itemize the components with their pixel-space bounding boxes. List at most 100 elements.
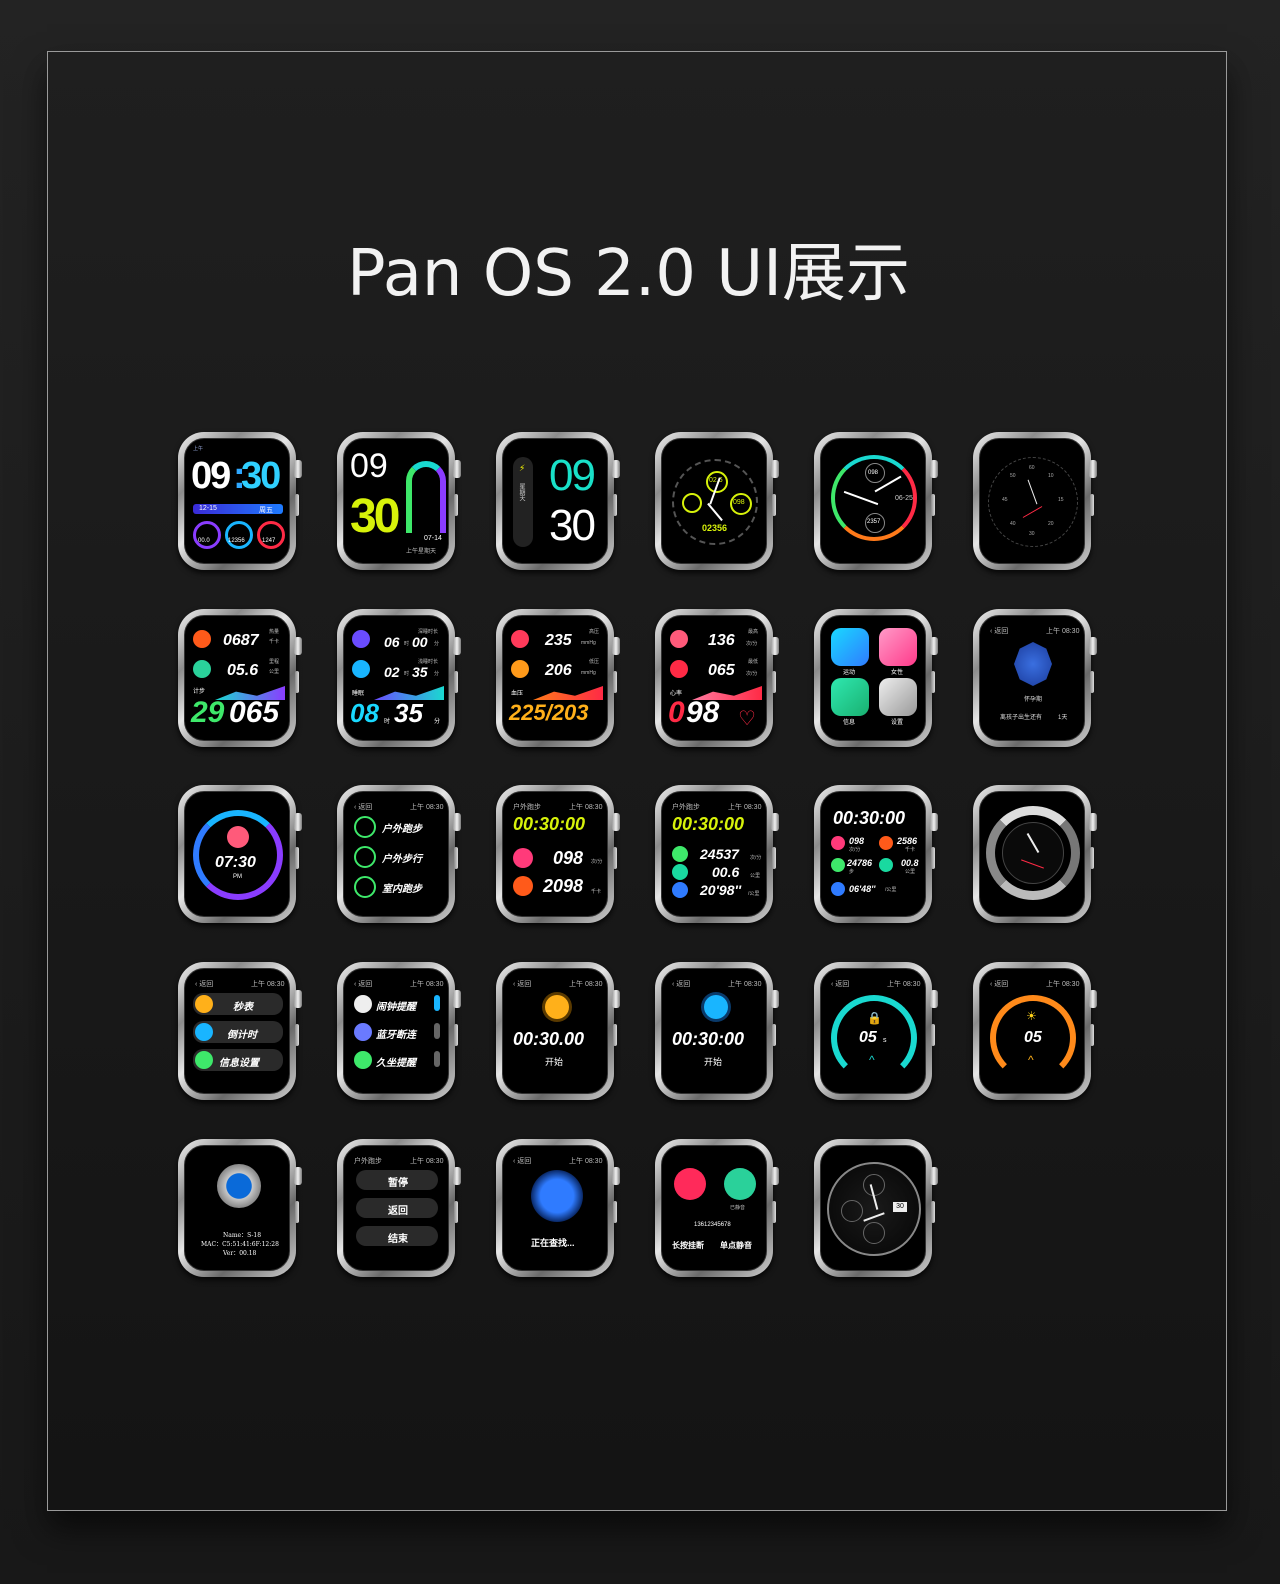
alarm-icon — [354, 995, 372, 1013]
dial-num-50: 50 — [1010, 473, 1016, 479]
cal-value: 2586 — [897, 836, 918, 846]
heart-rate: 098 — [868, 470, 879, 476]
mute-mic-icon[interactable] — [724, 1168, 756, 1200]
power-icon[interactable] — [217, 1164, 261, 1208]
run-timer: 00:30:00 — [672, 814, 745, 834]
timeout-unit: s — [883, 1037, 887, 1044]
cal-value: 2098 — [543, 876, 584, 896]
settings-app-label: 设置 — [891, 720, 904, 726]
pace-value: 20'98'' — [700, 882, 742, 898]
countdown-value: 00:30:00 — [672, 1029, 745, 1049]
chevron-up-icon[interactable]: ^ — [1028, 1053, 1034, 1067]
end-button[interactable]: 结束 — [388, 1230, 408, 1245]
back-button[interactable]: ‹ 返回 — [990, 626, 1008, 636]
watch-run-heart[interactable]: 户外跑步 上午 08:30 00:30:00 098 次/分 2098 千卡 — [496, 785, 620, 925]
subdial-bottom — [863, 1222, 885, 1244]
watch-device-info[interactable]: Name：S-18 MAC：C5:51:41:6F:12:28 Ver：00.1… — [178, 1139, 302, 1279]
thermometer-icon — [511, 630, 529, 648]
location-icon — [672, 864, 688, 880]
watch-countdown[interactable]: ‹ 返回 上午 08:30 00:30:00 开始 — [655, 962, 779, 1102]
status-time: 上午 08:30 — [1046, 981, 1080, 988]
stopwatch-value: 00:30.00 — [513, 1029, 585, 1049]
hint-single-tap: 单点静音 — [720, 1241, 752, 1250]
sport-app-icon[interactable] — [831, 628, 869, 666]
watch-find-phone[interactable]: ‹ 返回 上午 08:30 正在查找... — [496, 1139, 620, 1279]
back-option-button[interactable]: 返回 — [388, 1202, 408, 1217]
watch-face-chronograph-date[interactable]: 30 — [814, 1139, 938, 1279]
female-app-icon[interactable] — [879, 628, 917, 666]
heart-icon — [670, 630, 688, 648]
watch-tools-menu[interactable]: ‹ 返回 上午 08:30 秒表 倒计时 信息设置 — [178, 962, 302, 1102]
status-time: 上午 08:30 — [569, 981, 603, 988]
start-button[interactable]: 开始 — [704, 1055, 722, 1068]
max-value: 136 — [708, 632, 735, 649]
watch-incoming-call[interactable]: 已静音 13612345678 长按挂断 单点静音 — [655, 1139, 779, 1279]
start-button[interactable]: 开始 — [545, 1055, 563, 1068]
watch-face-activity-stats[interactable]: 热量 0687 千卡 里程 05.6 公里 计步 29 065 — [178, 609, 302, 749]
watch-pregnancy[interactable]: ‹ 返回 上午 08:30 怀孕期 离孩子出生还有 1天 — [973, 609, 1097, 749]
watch-run-details[interactable]: 户外跑步 上午 08:30 00:30:00 24537 次/分 00.6 公里… — [655, 785, 779, 925]
watch-stopwatch[interactable]: ‹ 返回 上午 08:30 00:30.00 开始 — [496, 962, 620, 1102]
cal-unit: 千卡 — [905, 847, 916, 853]
status-time: 上午 08:30 — [728, 804, 762, 811]
watch-app-grid[interactable]: 运动 女性 信息 设置 — [814, 609, 938, 749]
hang-up-icon[interactable] — [674, 1168, 706, 1200]
menu-outdoor-walk[interactable]: 户外步行 — [382, 850, 422, 865]
watch-brightness[interactable]: ‹ 返回 上午 08:30 ☀ 05 ^ — [973, 962, 1097, 1102]
menu-message-settings[interactable]: 信息设置 — [219, 1054, 259, 1069]
menu-bt-disconnect[interactable]: 蓝牙断连 — [376, 1026, 416, 1041]
calories: 2357 — [867, 519, 881, 525]
toggle-sedentary[interactable] — [434, 1051, 440, 1067]
chevron-up-icon[interactable]: ^ — [869, 1053, 875, 1067]
workout-timer: 00:30:00 — [833, 808, 906, 828]
menu-indoor-run[interactable]: 室内跑步 — [382, 880, 422, 895]
back-button[interactable]: ‹ 返回 — [513, 979, 531, 989]
back-button[interactable]: ‹ 返回 — [354, 979, 372, 989]
heart-icon — [682, 493, 702, 513]
back-button[interactable]: ‹ 返回 — [831, 979, 849, 989]
menu-alarm[interactable]: 闹钟提醒 — [376, 998, 416, 1013]
watch-reminders[interactable]: ‹ 返回 上午 08:30 闹钟提醒 蓝牙断连 久坐提醒 — [337, 962, 461, 1102]
menu-sedentary[interactable]: 久坐提醒 — [376, 1054, 416, 1069]
watch-face-rainbow-arc[interactable]: 09 30 07-14 上午星期天 — [337, 432, 461, 572]
sleep-hours: 08 — [350, 698, 379, 728]
status-time: 上午 08:30 — [251, 981, 285, 988]
watch-face-analog-green[interactable]: 02.6 098 02356 — [655, 432, 779, 572]
status-time: 上午 08:30 — [569, 804, 603, 811]
back-button[interactable]: ‹ 返回 — [513, 1156, 531, 1166]
toggle-alarm[interactable] — [434, 995, 440, 1011]
back-button[interactable]: ‹ 返回 — [354, 802, 372, 812]
watch-run-pause[interactable]: 户外跑步 上午 08:30 暂停 返回 结束 — [337, 1139, 461, 1279]
steps-value: 12356 — [228, 538, 245, 544]
watch-screen-timeout[interactable]: ‹ 返回 上午 08:30 🔒 05 s ^ — [814, 962, 938, 1102]
back-button[interactable]: ‹ 返回 — [990, 979, 1008, 989]
watch-face-blood-pressure[interactable]: 高压 235 mmHg 低压 206 mmHg 血压 225/203 — [496, 609, 620, 749]
watch-alarm[interactable]: 07:30 PM — [178, 785, 302, 925]
menu-stopwatch[interactable]: 秒表 — [233, 998, 253, 1013]
stopwatch-icon — [545, 995, 569, 1019]
menu-outdoor-run[interactable]: 户外跑步 — [382, 820, 422, 835]
menu-countdown[interactable]: 倒计时 — [227, 1026, 257, 1041]
run-timer: 00:30:00 — [513, 814, 586, 834]
watch-face-heart-rate[interactable]: 最高 136 次/分 最低 065 次/分 心率 0 98 ♡ — [655, 609, 779, 749]
back-button[interactable]: ‹ 返回 — [672, 979, 690, 989]
watch-workout-summary[interactable]: 00:30:00 098 次/分 2586 千卡 24786 步 00.8 公里… — [814, 785, 938, 925]
distance-unit: 公里 — [905, 869, 916, 875]
toggle-bt[interactable] — [434, 1023, 440, 1039]
watch-face-digital-colorful[interactable]: 上午 09 : 30 12-15 周五 00.0 12356 1247 — [178, 432, 302, 572]
watch-face-chronograph-dark[interactable]: 60 10 50 45 15 40 20 30 — [973, 432, 1097, 572]
status-time: 上午 08:30 — [728, 981, 762, 988]
watch-face-metal[interactable] — [973, 785, 1097, 925]
page-title: Pan OS 2.0 UI展示 — [346, 237, 911, 311]
steps-unit: 步 — [849, 869, 855, 875]
back-button[interactable]: ‹ 返回 — [195, 979, 213, 989]
watch-sport-list[interactable]: ‹ 返回 上午 08:30 户外跑步 户外步行 室内跑步 — [337, 785, 461, 925]
message-app-icon[interactable] — [831, 678, 869, 716]
label-steps: 计步 — [193, 689, 206, 695]
settings-app-icon[interactable] — [879, 678, 917, 716]
watch-face-analog-gradient[interactable]: 098 06-25 2357 — [814, 432, 938, 572]
watch-face-sleep-stats[interactable]: 深睡时长 06 时 00 分 浅睡时长 02 时 35 分 睡眠 08 时 35… — [337, 609, 461, 749]
pause-button[interactable]: 暂停 — [388, 1174, 408, 1189]
watch-face-split-cyan[interactable]: ⚡ 星期天 09 30 — [496, 432, 620, 572]
am-label: 上午 — [193, 446, 204, 452]
